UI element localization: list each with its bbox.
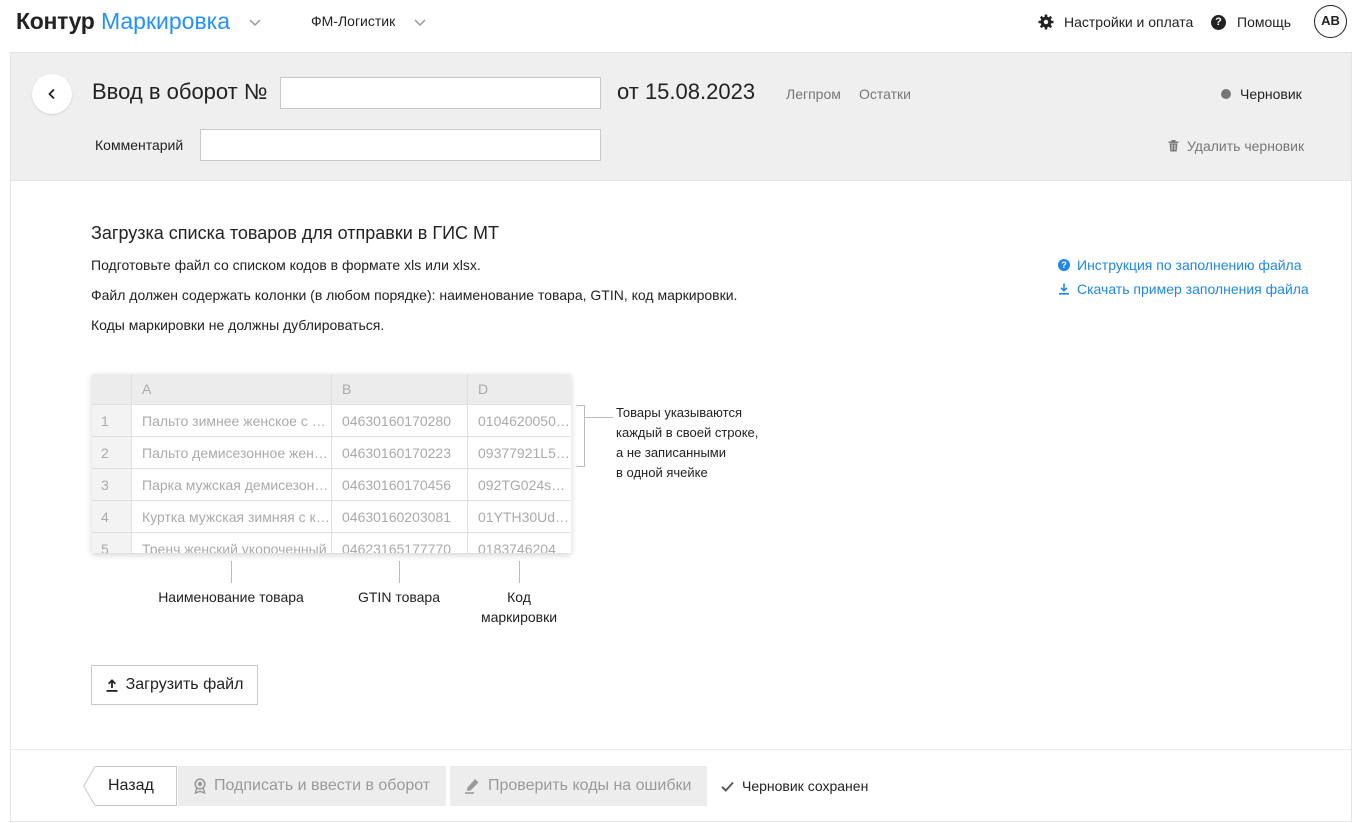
sheet-cell: 0104620050000000 xyxy=(468,405,571,437)
example-spreadsheet: A B D 1 Пальто зимнее женское с капюшоно… xyxy=(92,374,571,553)
check-codes-label: Проверить коды на ошибки xyxy=(488,777,692,794)
instruction-text: Файл должен содержать колонки (в любом п… xyxy=(91,287,738,303)
upload-icon xyxy=(106,678,118,692)
caption-code-line: маркировки xyxy=(480,609,558,625)
rows-note-line: в одной ячейке xyxy=(616,465,708,480)
caption-pointer xyxy=(399,561,400,583)
sign-and-submit-label: Подписать и ввести в оборот xyxy=(214,777,431,794)
sheet-cell: Пальто демисезонное женское xyxy=(132,437,332,469)
back-button-label: Назад xyxy=(108,777,154,794)
sheet-cell: 092TG024s0000000 xyxy=(468,469,571,501)
rows-bracket-pointer xyxy=(585,417,613,418)
sheet-row-number: 1 xyxy=(92,405,132,437)
help-link[interactable]: ? Помощь xyxy=(1211,12,1291,32)
check-codes-button[interactable]: Проверить коды на ошибки xyxy=(450,766,708,806)
sheet-cell: 04623165177770 xyxy=(332,533,468,553)
sheet-column-header: A xyxy=(132,374,332,405)
sheet-cell: 09377921L5000000 xyxy=(468,437,571,469)
trash-icon xyxy=(1168,140,1179,152)
status-label: Черновик xyxy=(1240,86,1302,102)
rows-note-line: Товары указываются xyxy=(616,405,742,420)
rows-note-line: каждый в своей строке, xyxy=(616,425,759,440)
help-icon: ? xyxy=(1211,14,1226,30)
chevron-down-icon[interactable] xyxy=(413,15,427,29)
check-icon xyxy=(721,781,734,792)
sheet-row-number: 3 xyxy=(92,469,132,501)
caption-gtin: GTIN товара xyxy=(357,589,440,605)
seal-icon xyxy=(194,778,206,794)
link-legprom[interactable]: Легпром xyxy=(786,86,841,102)
chevron-down-icon[interactable] xyxy=(248,15,262,29)
back-circle-button[interactable] xyxy=(32,74,72,114)
logo-brand: Контур xyxy=(16,8,95,34)
save-status-label: Черновик сохранен xyxy=(742,778,869,794)
sheet-cell: 04630160170280 xyxy=(332,405,468,437)
caption-name: Наименование товара xyxy=(158,589,304,605)
instruction-link[interactable]: ? Инструкция по заполнению файла xyxy=(1058,257,1302,273)
comment-input[interactable] xyxy=(200,129,601,161)
delete-draft-button[interactable]: Удалить черновик xyxy=(1168,138,1304,154)
sheet-cell: Куртка мужская зимняя с капюшоном xyxy=(132,501,332,533)
caption-code: Код маркировки xyxy=(459,587,579,627)
top-bar: Контур Маркировка ФМ-Логистик Настройки … xyxy=(0,0,1355,44)
instruction-text: Коды маркировки не должны дублироваться. xyxy=(91,317,385,333)
sheet-column-header: D xyxy=(468,374,571,405)
document-header: Ввод в оборот № от 15.08.2023 Легпром Ос… xyxy=(11,53,1351,181)
upload-file-label: Загрузить файл xyxy=(125,676,244,693)
sheet-cell: 04630160170223 xyxy=(332,437,468,469)
document-title: Ввод в оборот № xyxy=(92,79,268,104)
status-dot-icon xyxy=(1221,89,1231,99)
delete-draft-label: Удалить черновик xyxy=(1187,138,1305,154)
sheet-cell: 04630160203081 xyxy=(332,501,468,533)
help-label: Помощь xyxy=(1237,14,1292,30)
download-icon xyxy=(1059,283,1069,295)
help-icon: ? xyxy=(1058,259,1070,271)
sheet-row-number: 4 xyxy=(92,501,132,533)
gear-icon xyxy=(1038,14,1054,30)
download-example-link[interactable]: Скачать пример заполнения файла xyxy=(1058,281,1309,297)
app-logo[interactable]: Контур Маркировка xyxy=(16,7,230,35)
logo-product: Маркировка xyxy=(100,8,231,34)
download-example-label: Скачать пример заполнения файла xyxy=(1077,281,1309,297)
avatar[interactable]: АВ xyxy=(1314,5,1347,38)
organization-selector[interactable]: ФМ-Логистик xyxy=(311,13,395,29)
rows-note-line: а не записанными xyxy=(616,445,726,460)
sheet-row-number: 5 xyxy=(92,533,132,553)
section-title: Загрузка списка товаров для отправки в Г… xyxy=(91,223,499,243)
rows-note: Товары указываются каждый в своей строке… xyxy=(616,403,758,483)
sheet-row-number: 2 xyxy=(92,437,132,469)
caption-pointer xyxy=(231,561,232,583)
document-number-input[interactable] xyxy=(280,77,601,109)
link-ostatki[interactable]: Остатки xyxy=(859,86,911,102)
save-status: Черновик сохранен xyxy=(721,778,868,794)
hand-pen-icon xyxy=(465,779,479,794)
sheet-cell: Тренч женский укороченный xyxy=(132,533,332,553)
back-button[interactable]: Назад xyxy=(83,766,177,806)
footer-divider xyxy=(11,749,1351,750)
sheet-cell: 04630160170456 xyxy=(332,469,468,501)
rows-bracket xyxy=(577,405,585,467)
instruction-link-label: Инструкция по заполнению файла xyxy=(1077,257,1302,273)
settings-link[interactable]: Настройки и оплата xyxy=(1038,12,1193,32)
sheet-cell: 0183746204 xyxy=(468,533,571,553)
sheet-corner xyxy=(92,374,132,405)
caption-code-line: Код xyxy=(507,589,531,605)
sign-and-submit-button[interactable]: Подписать и ввести в оборот xyxy=(178,766,447,806)
sheet-cell: 01YTH30Ud0000000 xyxy=(468,501,571,533)
settings-label: Настройки и оплата xyxy=(1064,14,1194,30)
upload-file-button[interactable]: Загрузить файл xyxy=(91,665,258,705)
status-badge: Черновик xyxy=(1221,86,1302,102)
sheet-cell: Пальто зимнее женское с капюшоном xyxy=(132,405,332,437)
caption-pointer xyxy=(519,561,520,583)
instruction-text: Подготовьте файл со списком кодов в форм… xyxy=(91,257,481,273)
document-card: Ввод в оборот № от 15.08.2023 Легпром Ос… xyxy=(10,52,1352,822)
sheet-column-header: B xyxy=(332,374,468,405)
comment-label: Комментарий xyxy=(95,137,184,153)
document-date: от 15.08.2023 xyxy=(617,79,756,104)
arrow-left-icon xyxy=(48,88,55,100)
sheet-cell: Парка мужская демисезонная xyxy=(132,469,332,501)
